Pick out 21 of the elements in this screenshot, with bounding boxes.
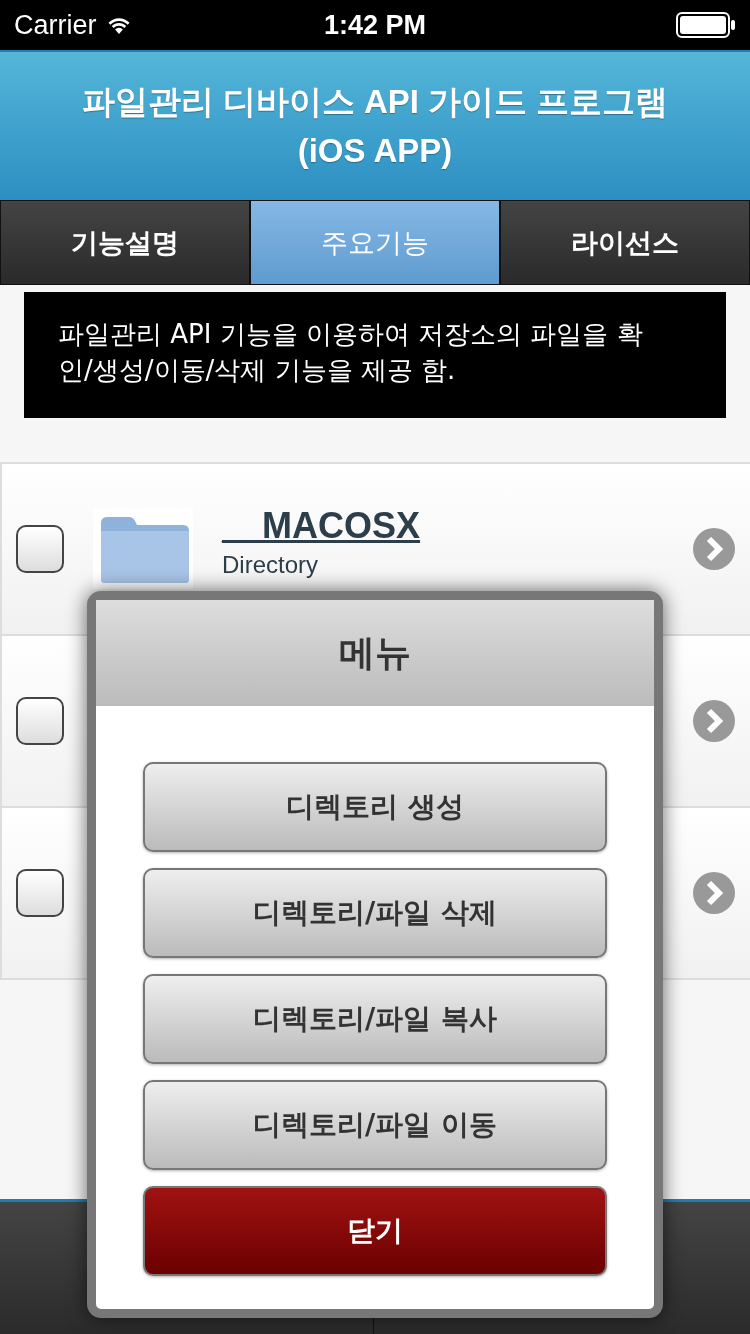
tab[interactable]: 라이선스 — [500, 200, 750, 285]
status-time: 1:42 PM — [323, 9, 426, 41]
menu-button[interactable]: 디렉토리 생성 — [143, 762, 607, 852]
tab[interactable]: 기능설명 — [0, 200, 250, 285]
chevron-icon[interactable] — [692, 699, 736, 743]
carrier-name: Carrier — [14, 9, 97, 41]
chevron-icon[interactable] — [692, 871, 736, 915]
menu-button[interactable]: 디렉토리/파일 삭제 — [143, 868, 607, 958]
checkbox[interactable] — [16, 525, 64, 573]
chevron-icon[interactable] — [692, 527, 736, 571]
app-title: 파일관리 디바이스 API 가이드 프로그램 (iOS APP) — [81, 81, 669, 171]
description-text: 파일관리 API 기능을 이용하여 저장소의 파일을 확인/생성/이동/삭제 기능을 제공 함. — [24, 292, 726, 418]
file-type: Directory — [222, 551, 319, 579]
menu-title: 메뉴 — [96, 600, 654, 706]
close-button[interactable]: 닫기 — [143, 1186, 607, 1276]
checkbox[interactable] — [16, 697, 64, 745]
checkbox[interactable] — [16, 869, 64, 917]
battery-icon — [676, 12, 736, 38]
menu-button[interactable]: 디렉토리/파일 이동 — [143, 1080, 607, 1170]
file-name-link[interactable]: __MACOSX — [222, 505, 421, 547]
menu-button[interactable]: 디렉토리/파일 복사 — [143, 974, 607, 1064]
